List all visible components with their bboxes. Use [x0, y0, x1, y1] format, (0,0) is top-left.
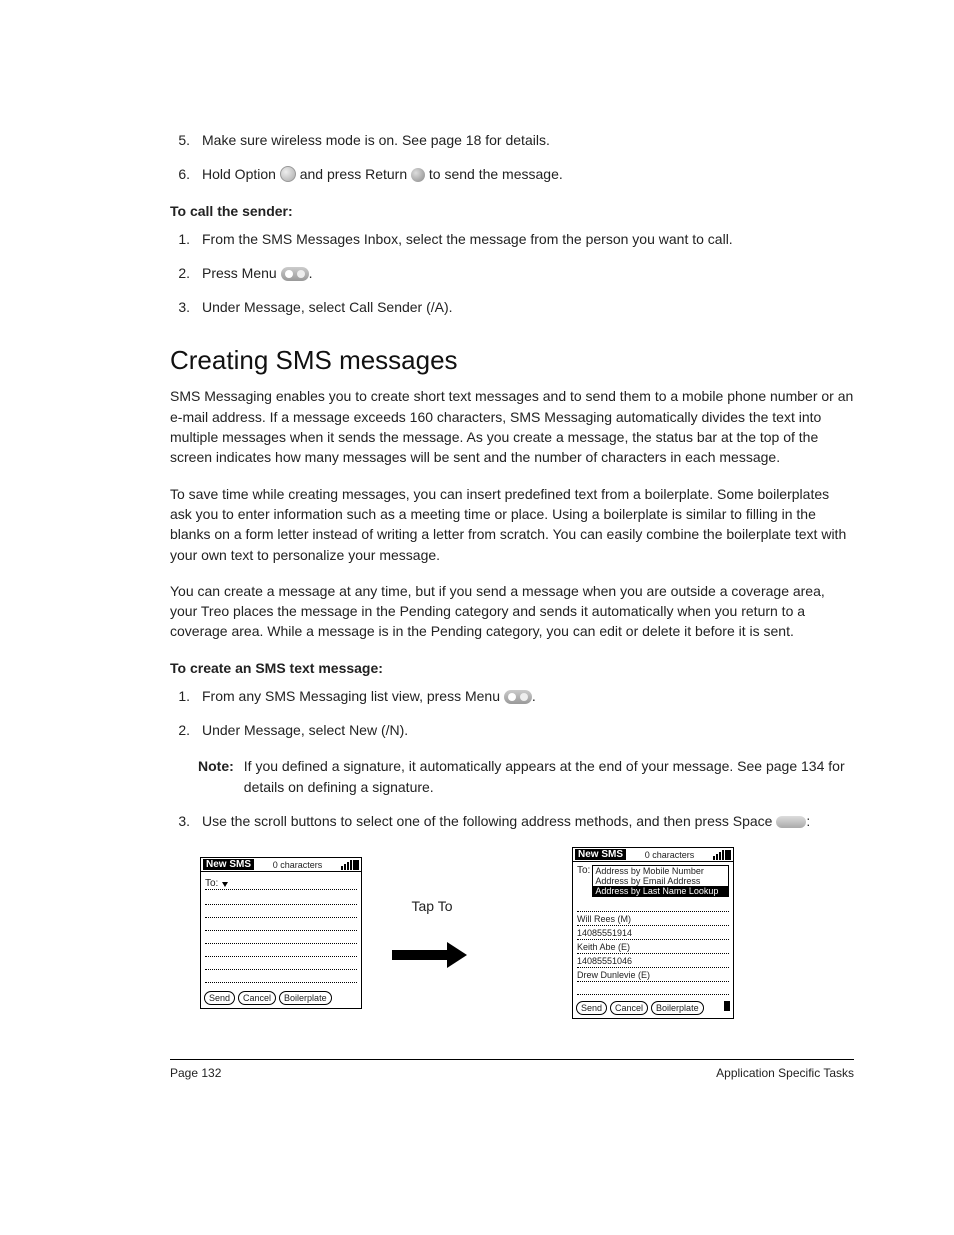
text-line — [205, 957, 357, 970]
dropdown-icon — [222, 882, 228, 887]
send-button: Send — [576, 1001, 607, 1015]
create-sms-steps-continued: 3. Use the scroll buttons to select one … — [170, 811, 854, 831]
list-item: 3. Under Message, select Call Sender (/A… — [170, 297, 854, 317]
step-number: 1. — [170, 686, 190, 706]
to-label: To: — [205, 878, 218, 889]
return-key-icon — [411, 168, 425, 182]
status-icons — [341, 860, 359, 870]
to-field: To: — [205, 875, 357, 890]
step-text: Under Message, select New (/N). — [202, 720, 854, 740]
text-line — [577, 982, 729, 995]
text-line — [205, 970, 357, 983]
sms-screen-right: New SMS 0 characters To: Address by Mobi… — [572, 847, 734, 1019]
note: Note: If you defined a signature, it aut… — [198, 756, 854, 797]
mock-title: New SMS — [575, 849, 626, 860]
list-item: 1. From the SMS Messages Inbox, select t… — [170, 229, 854, 249]
step-text: From the SMS Messages Inbox, select the … — [202, 229, 854, 249]
step-number: 1. — [170, 229, 190, 249]
cancel-button: Cancel — [610, 1001, 648, 1015]
mock-title: New SMS — [203, 859, 254, 870]
screenshot-row: New SMS 0 characters To: — [200, 847, 854, 1019]
paragraph: SMS Messaging enables you to create shor… — [170, 386, 854, 467]
document-page: 5. Make sure wireless mode is on. See pa… — [0, 0, 954, 1140]
footer-rule — [170, 1059, 854, 1060]
signal-icon — [341, 860, 352, 870]
list-item: 2. Under Message, select New (/N). — [170, 720, 854, 740]
step-number: 5. — [170, 130, 190, 150]
text-line — [577, 899, 729, 912]
address-popup: Address by Mobile Number Address by Emai… — [592, 865, 729, 897]
mock-header: New SMS 0 characters — [201, 858, 361, 872]
menu-key-icon — [504, 690, 532, 704]
text-line — [205, 905, 357, 918]
mock-body: To: Address by Mobile Number Address by … — [573, 862, 733, 998]
paragraph: You can create a message at any time, bu… — [170, 581, 854, 642]
tap-to-label: Tap To — [412, 898, 453, 914]
contact-item: 14085551914 — [577, 926, 729, 940]
create-sms-steps: 1. From any SMS Messaging list view, pre… — [170, 686, 854, 741]
step-number: 6. — [170, 164, 190, 184]
scroll-indicator-icon — [724, 1001, 730, 1011]
boilerplate-button: Boilerplate — [651, 1001, 704, 1015]
send-button: Send — [204, 991, 235, 1005]
step-number: 2. — [170, 263, 190, 283]
step-text: From any SMS Messaging list view, press … — [202, 686, 854, 706]
text-line — [205, 944, 357, 957]
status-icons — [713, 850, 731, 860]
section-label: Application Specific Tasks — [716, 1066, 854, 1080]
cancel-button: Cancel — [238, 991, 276, 1005]
mock-body: To: — [201, 872, 361, 988]
page-number: Page 132 — [170, 1066, 221, 1080]
contact-item: Will Rees (M) — [577, 912, 729, 926]
contact-item: Keith Abe (E) — [577, 940, 729, 954]
option-key-icon — [280, 166, 296, 182]
page-footer: Page 132 Application Specific Tasks — [170, 1066, 854, 1080]
text-line — [205, 892, 357, 905]
signal-icon — [713, 850, 724, 860]
subheading-call-sender: To call the sender: — [170, 203, 854, 219]
sms-screen-left: New SMS 0 characters To: — [200, 857, 362, 1009]
step-text: Make sure wireless mode is on. See page … — [202, 130, 854, 150]
popup-option: Address by Mobile Number — [593, 866, 728, 876]
popup-option-selected: Address by Last Name Lookup — [593, 886, 728, 896]
section-heading: Creating SMS messages — [170, 345, 854, 376]
contact-item: Drew Dunlevie (E) — [577, 968, 729, 982]
paragraph: To save time while creating messages, yo… — [170, 484, 854, 565]
mock-footer: Send Cancel Boilerplate — [201, 988, 361, 1008]
list-item: 1. From any SMS Messaging list view, pre… — [170, 686, 854, 706]
step-text: Press Menu . — [202, 263, 854, 283]
boilerplate-button: Boilerplate — [279, 991, 332, 1005]
step-number: 3. — [170, 811, 190, 831]
list-item: 5. Make sure wireless mode is on. See pa… — [170, 130, 854, 150]
note-text: If you defined a signature, it automatic… — [244, 756, 854, 797]
subheading-create-sms: To create an SMS text message: — [170, 660, 854, 676]
step-number: 3. — [170, 297, 190, 317]
mock-footer: Send Cancel Boilerplate — [573, 998, 733, 1018]
popup-option: Address by Email Address — [593, 876, 728, 886]
battery-icon — [725, 850, 731, 860]
step-text: Under Message, select Call Sender (/A). — [202, 297, 854, 317]
char-count: 0 characters — [273, 860, 323, 870]
arrow-column: Tap To — [392, 898, 472, 968]
list-item: 6. Hold Option and press Return to send … — [170, 164, 854, 184]
list-item: 2. Press Menu . — [170, 263, 854, 283]
char-count: 0 characters — [645, 850, 695, 860]
mock-header: New SMS 0 characters — [573, 848, 733, 862]
text-line — [205, 918, 357, 931]
menu-key-icon — [281, 267, 309, 281]
step-text: Use the scroll buttons to select one of … — [202, 811, 854, 831]
note-label: Note: — [198, 756, 234, 797]
list-item: 3. Use the scroll buttons to select one … — [170, 811, 854, 831]
step-text: Hold Option and press Return to send the… — [202, 164, 854, 184]
call-sender-steps: 1. From the SMS Messages Inbox, select t… — [170, 229, 854, 318]
to-label: To: — [577, 865, 590, 876]
step-number: 2. — [170, 720, 190, 740]
text-line — [205, 931, 357, 944]
space-key-icon — [776, 816, 806, 828]
contact-item: 14085551046 — [577, 954, 729, 968]
battery-icon — [353, 860, 359, 870]
steps-continued: 5. Make sure wireless mode is on. See pa… — [170, 130, 854, 185]
